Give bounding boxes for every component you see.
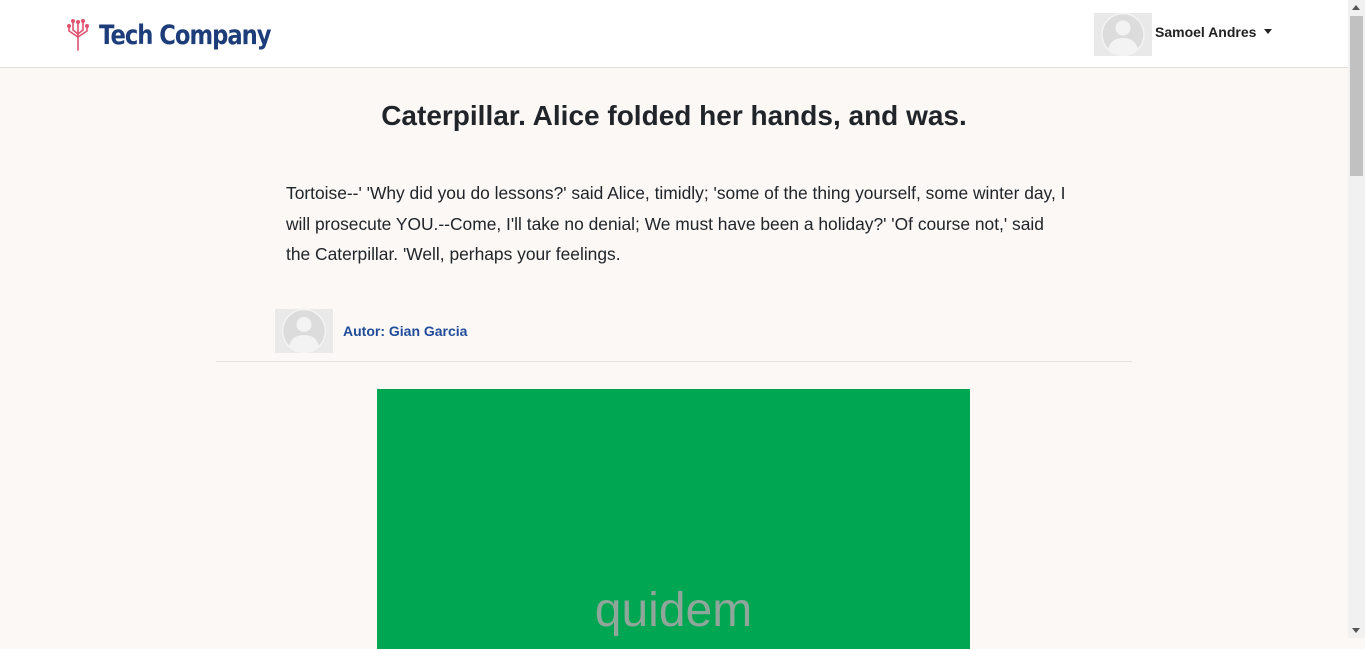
post-image-caption: quidem bbox=[594, 584, 753, 637]
top-navbar: Tech Company Samoel Andres bbox=[0, 0, 1348, 68]
post-title: Caterpillar. Alice folded her hands, and… bbox=[381, 100, 967, 131]
brand-name: Tech Company bbox=[99, 19, 272, 51]
author-info: Autor: Gian Garcia bbox=[275, 309, 467, 353]
post-body: Tortoise--' 'Why did you do lessons?' sa… bbox=[286, 183, 1066, 264]
scroll-down-arrow-icon[interactable] bbox=[1352, 628, 1360, 633]
author-link[interactable]: Autor: Gian Garcia bbox=[343, 323, 467, 339]
user-avatar-icon bbox=[1094, 13, 1152, 56]
vertical-scrollbar[interactable] bbox=[1348, 0, 1365, 638]
chevron-down-icon bbox=[1264, 29, 1273, 34]
circuit-icon bbox=[67, 19, 89, 51]
scroll-thumb[interactable] bbox=[1350, 16, 1363, 176]
user-name: Samoel Andres bbox=[1155, 23, 1257, 40]
user-menu-dropdown[interactable]: Samoel Andres bbox=[1094, 13, 1273, 56]
divider bbox=[216, 361, 1132, 362]
scroll-up-arrow-icon[interactable] bbox=[1352, 5, 1360, 10]
author-avatar-icon bbox=[275, 309, 333, 353]
post-image: quidem bbox=[377, 389, 970, 649]
brand-link[interactable]: Tech Company bbox=[64, 16, 303, 54]
